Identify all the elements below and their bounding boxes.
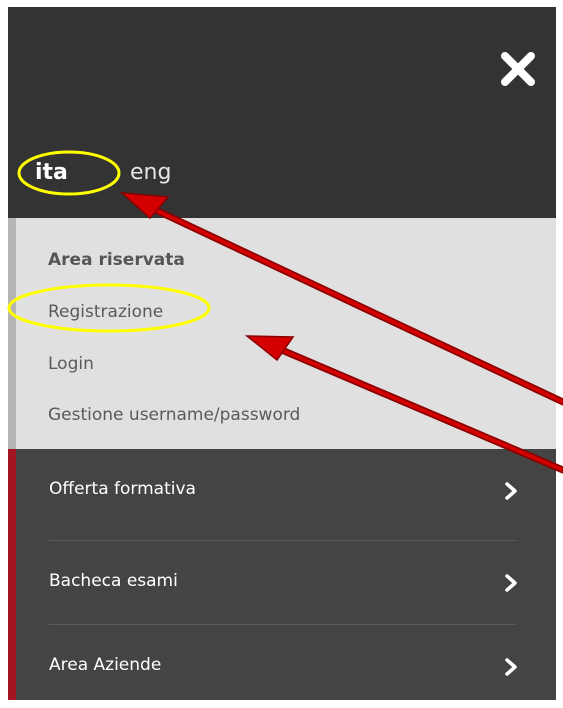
menu-header: ita eng xyxy=(8,7,556,218)
area-riservata-title: Area riservata xyxy=(48,250,185,270)
menu-item-bacheca-esami[interactable]: Bacheca esami xyxy=(16,541,556,625)
chevron-right-icon xyxy=(505,658,517,676)
login-link[interactable]: Login xyxy=(48,354,94,374)
side-menu-panel: ita eng Area riservata Registrazione Log… xyxy=(8,7,556,700)
language-ita-link[interactable]: ita xyxy=(35,160,68,185)
menu-item-area-aziende[interactable]: Area Aziende xyxy=(16,625,556,700)
chevron-right-icon xyxy=(505,574,517,592)
main-menu: Offerta formativa Bacheca esami Area Azi… xyxy=(8,449,556,700)
registrazione-link[interactable]: Registrazione xyxy=(48,302,163,322)
menu-item-offerta-formativa[interactable]: Offerta formativa xyxy=(16,449,556,533)
area-riservata-section: Area riservata Registrazione Login Gesti… xyxy=(8,218,556,449)
gestione-username-password-link[interactable]: Gestione username/password xyxy=(48,405,300,425)
menu-item-label: Bacheca esami xyxy=(49,571,178,591)
language-eng-link[interactable]: eng xyxy=(130,160,171,185)
close-icon[interactable] xyxy=(500,51,536,87)
section-accent-bar xyxy=(8,218,16,449)
chevron-right-icon xyxy=(505,482,517,500)
menu-accent-bar xyxy=(8,449,16,700)
menu-item-label: Offerta formativa xyxy=(49,479,196,499)
menu-item-label: Area Aziende xyxy=(49,655,162,675)
